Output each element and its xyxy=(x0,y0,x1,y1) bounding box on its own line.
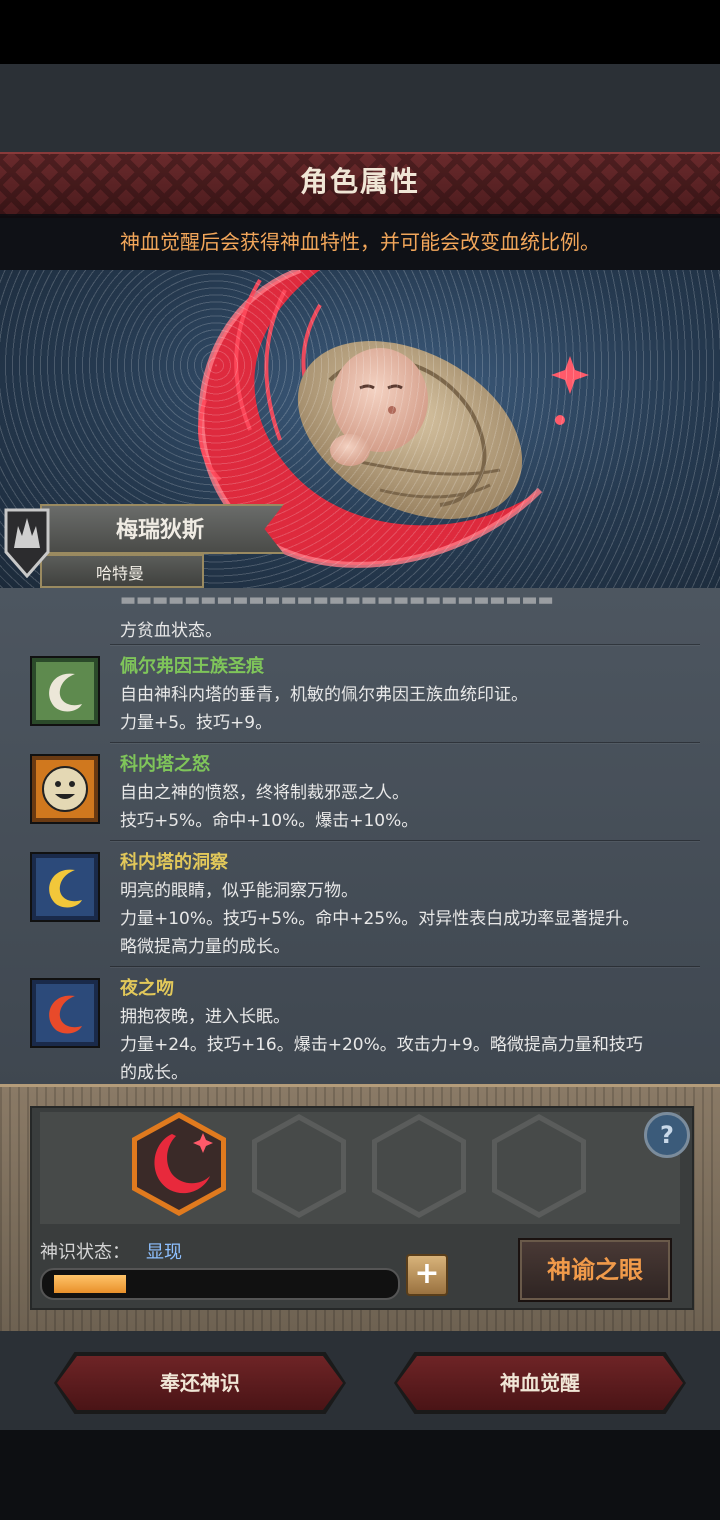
trait-extra: 略微提高力量的成长。 xyxy=(120,937,290,957)
trait-desc: 拥抱夜晚，进入长眠。 xyxy=(120,1007,290,1027)
divine-status-value: 显现 xyxy=(146,1242,182,1263)
crescent-icon xyxy=(154,1133,213,1194)
divider xyxy=(110,840,700,841)
trait-desc: 自由神科内塔的垂青，机敏的佩尔弗因王族血统印证。 xyxy=(120,685,528,705)
list-item: ▬▬▬▬▬▬▬▬▬▬▬▬▬▬▬▬▬▬▬▬▬▬▬▬▬▬▬ 方贫血状态。 xyxy=(0,588,720,644)
swirl-yellow-icon xyxy=(30,852,100,922)
trait-name: 夜之吻 xyxy=(120,978,174,999)
status-bar xyxy=(0,0,720,64)
divine-status-label: 神识状态： xyxy=(40,1242,130,1263)
trait-list[interactable]: ▬▬▬▬▬▬▬▬▬▬▬▬▬▬▬▬▬▬▬▬▬▬▬▬▬▬▬ 方贫血状态。 佩尔弗因王… xyxy=(0,588,720,1088)
trait-name: 科内塔之怒 xyxy=(120,754,210,775)
navigation-bar xyxy=(0,1430,720,1520)
trait-name: 科内塔的洞察 xyxy=(120,852,228,873)
swirl-white-icon xyxy=(30,656,100,726)
return-divine-button[interactable]: 奉还神识 xyxy=(57,1356,343,1410)
list-item[interactable]: 夜之吻 拥抱夜晚，进入长眠。 力量+24。技巧+16。爆击+20%。攻击力+9。… xyxy=(0,974,720,1088)
trait-stats: 力量+10%。技巧+5%。命中+25%。对异性表白成功率显著提升。 xyxy=(120,909,640,929)
help-button[interactable]: ? xyxy=(644,1112,690,1158)
divine-awaken-button[interactable]: 神血觉醒 xyxy=(397,1356,683,1410)
trait-extra: 的成长。 xyxy=(120,1063,188,1083)
trait-desc: 自由之神的愤怒，终将制裁邪恶之人。 xyxy=(120,783,409,803)
trait-cutoff-line: ▬▬▬▬▬▬▬▬▬▬▬▬▬▬▬▬▬▬▬▬▬▬▬▬▬▬▬ xyxy=(120,590,554,610)
trait-desc: 方贫血状态。 xyxy=(120,621,222,641)
list-item[interactable]: 佩尔弗因王族圣痕 自由神科内塔的垂青，机敏的佩尔弗因王族血统印证。 力量+5。技… xyxy=(0,652,720,744)
divider xyxy=(110,742,700,743)
trait-name: 佩尔弗因王族圣痕 xyxy=(120,656,264,677)
list-item[interactable]: 科内塔的洞察 明亮的眼睛，似乎能洞察万物。 力量+10%。技巧+5%。命中+25… xyxy=(0,848,720,966)
trait-stats: 力量+24。技巧+16。爆击+20%。攻击力+9。略微提高力量和技巧 xyxy=(120,1035,643,1055)
divine-progress-bar xyxy=(40,1268,400,1300)
trait-stats: 技巧+5%。命中+10%。爆击+10%。 xyxy=(120,811,419,831)
page-title: 角色属性 xyxy=(299,165,420,198)
smiling-sun-icon xyxy=(30,754,100,824)
character-origin: 哈特曼 xyxy=(95,564,144,583)
divider xyxy=(110,644,700,645)
trait-desc: 明亮的眼睛，似乎能洞察万物。 xyxy=(120,881,358,901)
swirl-red-icon xyxy=(30,978,100,1048)
divider xyxy=(110,966,700,967)
oracle-eye-button[interactable]: 神谕之眼 xyxy=(518,1238,672,1302)
add-divine-button[interactable]: + xyxy=(406,1254,448,1296)
list-item[interactable]: 科内塔之怒 自由之神的愤怒，终将制裁邪恶之人。 技巧+5%。命中+10%。爆击+… xyxy=(0,750,720,842)
trait-stats: 力量+5。技巧+9。 xyxy=(120,713,273,733)
character-name: 梅瑞狄斯 xyxy=(115,518,204,543)
page-subtitle: 神血觉醒后会获得神血特性，并可能会改变血统比例。 xyxy=(0,214,720,270)
divine-progress-fill xyxy=(54,1275,126,1293)
